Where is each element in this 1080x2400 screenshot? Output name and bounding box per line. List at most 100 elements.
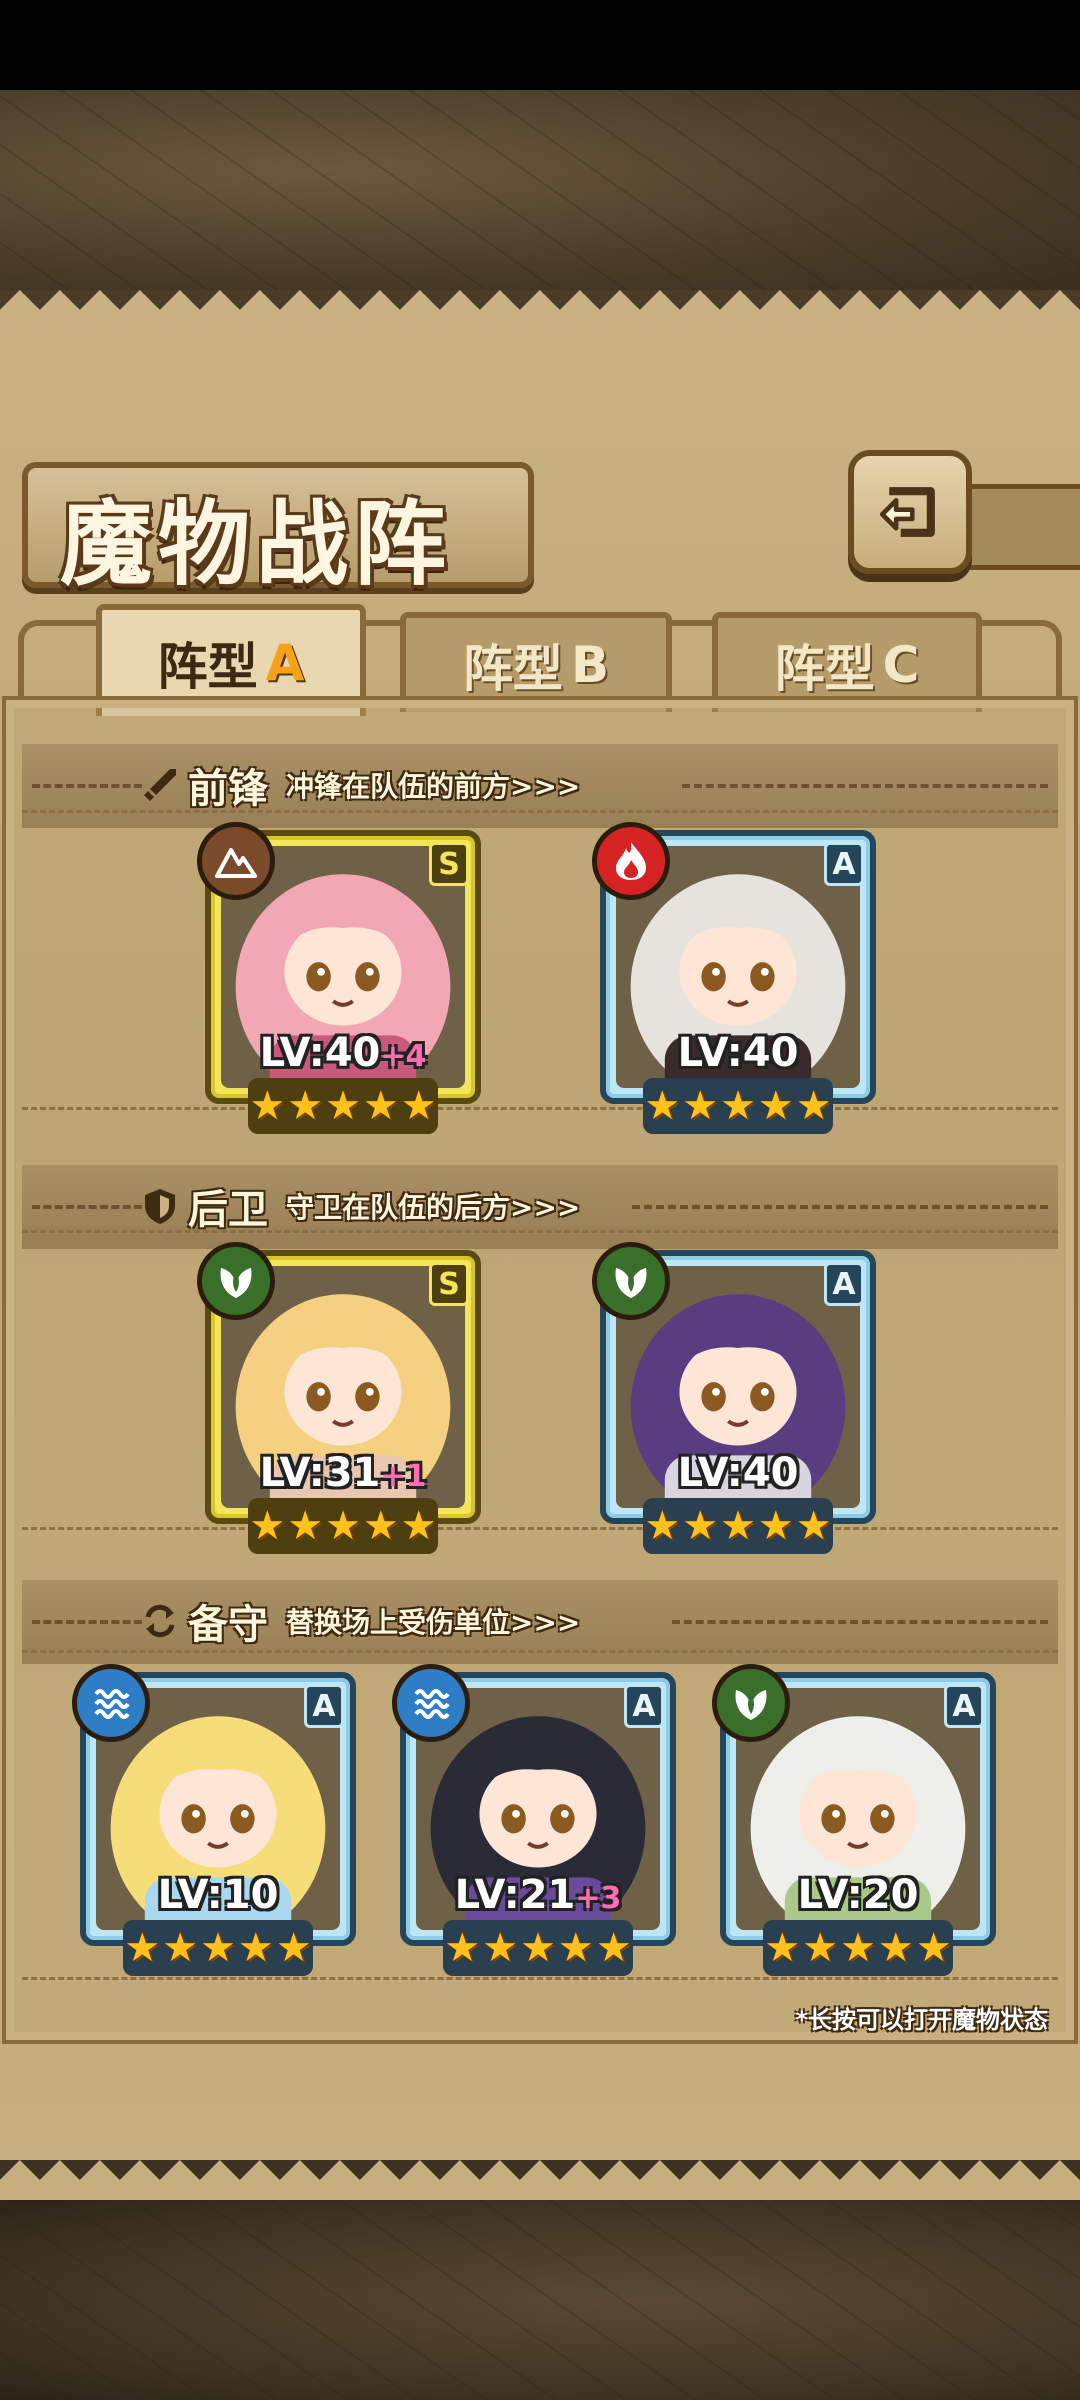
unit-level: LV:40	[606, 1450, 870, 1496]
nature-element-icon	[592, 1242, 670, 1320]
level-text: LV:20	[797, 1872, 919, 1918]
star-icon: ★	[162, 1925, 199, 1971]
star-rating: ★ ★ ★ ★ ★	[763, 1920, 953, 1976]
tab-letter: B	[570, 636, 610, 694]
tab-formation-c[interactable]: 阵型 C	[712, 612, 982, 712]
star-icon: ★	[915, 1925, 952, 1971]
rank-badge: A	[624, 1684, 664, 1728]
status-bar	[0, 0, 1080, 90]
star-icon: ★	[795, 1503, 832, 1549]
torn-edge-bottom	[0, 2160, 1080, 2200]
section-desc-vanguard: 冲锋在队伍的前方>>>	[286, 770, 581, 803]
unit-card-vanguard-1[interactable]: S LV:40+4 ★ ★ ★ ★ ★	[197, 822, 481, 1134]
map-background-bottom	[0, 2200, 1080, 2400]
tab-letter: A	[265, 634, 305, 692]
star-icon: ★	[877, 1925, 914, 1971]
section-title-reserve: 备守	[188, 1602, 268, 1648]
star-icon: ★	[249, 1083, 286, 1129]
level-text: LV:40	[677, 1450, 799, 1496]
star-icon: ★	[840, 1925, 876, 1971]
star-icon: ★	[325, 1083, 361, 1129]
rank-badge: A	[304, 1684, 344, 1728]
star-icon: ★	[764, 1925, 801, 1971]
star-icon: ★	[795, 1083, 832, 1129]
unit-card-reserve-3[interactable]: A LV:20 ★ ★ ★ ★ ★	[712, 1664, 996, 1976]
sword-icon	[144, 769, 176, 801]
back-button[interactable]	[848, 450, 972, 574]
star-icon: ★	[757, 1083, 794, 1129]
star-icon: ★	[682, 1503, 719, 1549]
tab-formation-b[interactable]: 阵型 B	[400, 612, 672, 712]
level-bonus: +4	[380, 1039, 427, 1074]
level-text: LV:21	[454, 1872, 576, 1918]
star-icon: ★	[249, 1503, 286, 1549]
star-icon: ★	[444, 1925, 481, 1971]
star-icon: ★	[362, 1083, 399, 1129]
tab-label: 阵型	[157, 638, 258, 696]
unit-level: LV:40+4	[211, 1030, 475, 1076]
star-icon: ★	[400, 1503, 437, 1549]
star-icon: ★	[757, 1503, 794, 1549]
vanguard-row	[22, 810, 1058, 1110]
earth-element-icon	[197, 822, 275, 900]
tab-label: 阵型	[462, 640, 563, 698]
star-icon: ★	[287, 1083, 324, 1129]
map-background-top	[0, 90, 1080, 290]
section-desc-reserve: 替换场上受伤单位>>>	[286, 1606, 581, 1639]
return-arrow-icon	[879, 487, 935, 537]
unit-level: LV:20	[726, 1872, 990, 1918]
rank-badge: A	[944, 1684, 984, 1728]
star-icon: ★	[557, 1925, 594, 1971]
tab-label: 阵型	[774, 640, 875, 698]
unit-level: LV:40	[606, 1030, 870, 1076]
long-press-hint: *长按可以打开魔物状态	[795, 2006, 1048, 2034]
level-bonus: +1	[380, 1459, 427, 1494]
level-bonus: +3	[575, 1881, 622, 1916]
star-rating: ★ ★ ★ ★ ★	[643, 1078, 833, 1134]
star-rating: ★ ★ ★ ★ ★	[248, 1498, 438, 1554]
star-icon: ★	[720, 1083, 756, 1129]
star-icon: ★	[287, 1503, 324, 1549]
tab-letter: C	[882, 636, 920, 694]
star-icon: ★	[644, 1083, 681, 1129]
star-icon: ★	[720, 1503, 756, 1549]
level-text: LV:31	[259, 1450, 381, 1496]
star-icon: ★	[325, 1503, 361, 1549]
unit-level: LV:10	[86, 1872, 350, 1918]
star-icon: ★	[400, 1083, 437, 1129]
star-rating: ★ ★ ★ ★ ★	[643, 1498, 833, 1554]
unit-level: LV:21+3	[406, 1872, 670, 1918]
rank-badge: S	[429, 842, 469, 886]
rank-badge: A	[824, 842, 864, 886]
unit-card-rearguard-1[interactable]: S LV:31+1 ★ ★ ★ ★ ★	[197, 1242, 481, 1554]
star-icon: ★	[520, 1925, 556, 1971]
nature-element-icon	[197, 1242, 275, 1320]
unit-card-rearguard-2[interactable]: A LV:40 ★ ★ ★ ★ ★	[592, 1242, 876, 1554]
page-title: 魔物战阵	[60, 491, 453, 598]
rank-badge: A	[824, 1262, 864, 1306]
star-icon: ★	[595, 1925, 632, 1971]
section-title-rearguard: 后卫	[188, 1187, 268, 1233]
star-icon: ★	[362, 1503, 399, 1549]
star-icon: ★	[802, 1925, 839, 1971]
water-element-icon	[72, 1664, 150, 1742]
star-icon: ★	[200, 1925, 236, 1971]
torn-edge-top	[0, 290, 1080, 330]
swap-icon	[145, 1604, 175, 1638]
star-rating: ★ ★ ★ ★ ★	[248, 1078, 438, 1134]
water-element-icon	[392, 1664, 470, 1742]
star-icon: ★	[275, 1925, 312, 1971]
rank-badge: S	[429, 1262, 469, 1306]
shield-icon	[145, 1189, 175, 1224]
section-title-vanguard: 前锋	[188, 766, 268, 812]
star-icon: ★	[682, 1083, 719, 1129]
star-icon: ★	[644, 1503, 681, 1549]
unit-card-vanguard-2[interactable]: A LV:40 ★ ★ ★ ★ ★	[592, 822, 876, 1134]
unit-card-reserve-2[interactable]: A LV:21+3 ★ ★ ★ ★ ★	[392, 1664, 676, 1976]
star-rating: ★ ★ ★ ★ ★	[123, 1920, 313, 1976]
star-rating: ★ ★ ★ ★ ★	[443, 1920, 633, 1976]
unit-card-reserve-1[interactable]: A LV:10 ★ ★ ★ ★ ★	[72, 1664, 356, 1976]
level-text: LV:10	[157, 1872, 279, 1918]
star-icon: ★	[237, 1925, 274, 1971]
fire-element-icon	[592, 822, 670, 900]
